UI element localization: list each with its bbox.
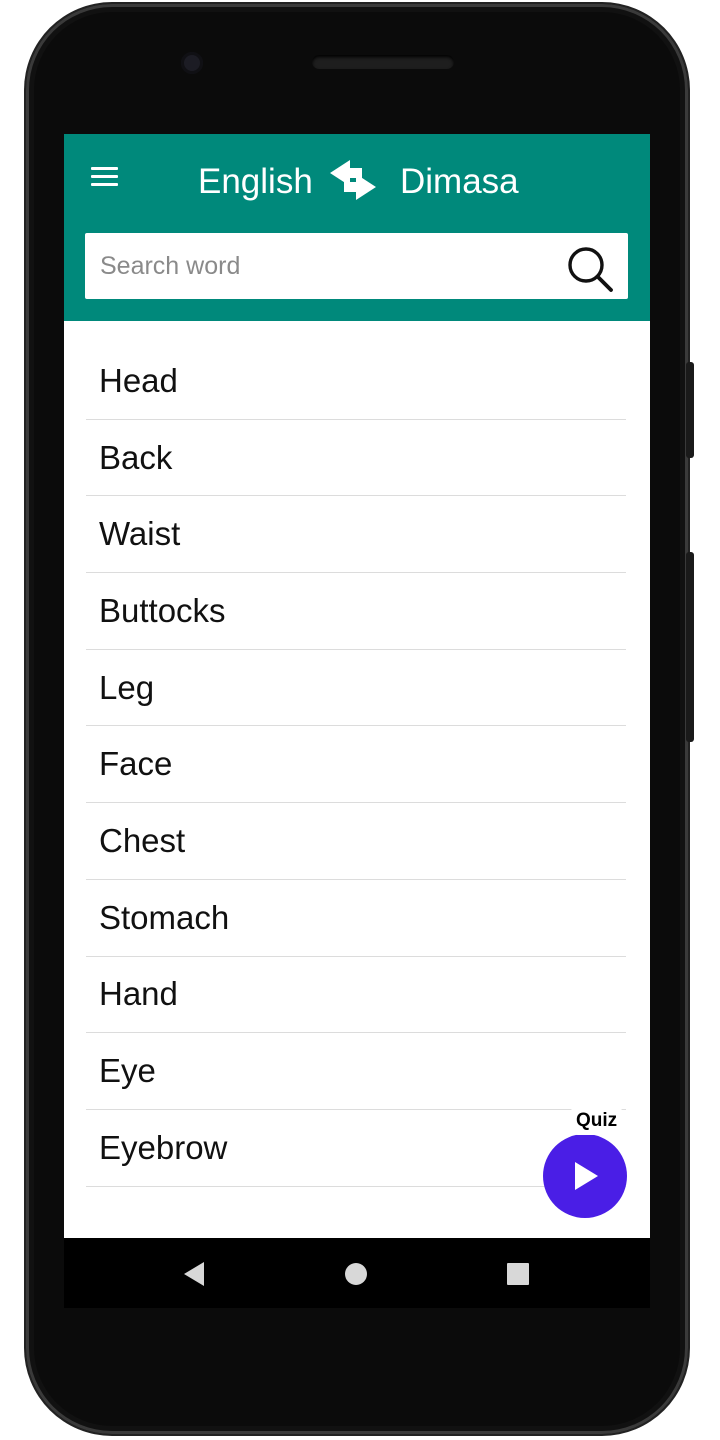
search-bar [85, 233, 628, 299]
swap-language-button[interactable] [328, 158, 378, 202]
recents-icon [507, 1263, 529, 1285]
list-item[interactable]: Face [86, 726, 626, 804]
source-language-label[interactable]: English [198, 160, 313, 204]
word-label: Buttocks [99, 591, 226, 629]
quiz-button[interactable]: Quiz [542, 1107, 628, 1218]
front-camera [181, 52, 203, 74]
quiz-label: Quiz [568, 1107, 626, 1135]
earpiece-speaker [312, 55, 454, 69]
word-list-area: Head Back Waist Buttocks Leg Face Chest … [64, 321, 650, 1238]
hamburger-line [91, 183, 118, 186]
phone-frame: English Dimasa Head [26, 4, 694, 1434]
list-item[interactable]: Stomach [86, 880, 626, 957]
list-item[interactable]: Waist [86, 496, 626, 574]
word-label: Eyebrow [99, 1128, 228, 1166]
app-screen: English Dimasa Head [64, 134, 650, 1308]
system-navigation-bar [64, 1238, 650, 1308]
app-bar: English Dimasa [64, 134, 650, 321]
swap-arrows-icon [330, 160, 376, 200]
hamburger-line [91, 175, 118, 178]
nav-recents-button[interactable] [504, 1260, 532, 1288]
word-label: Head [99, 361, 178, 399]
back-icon [184, 1262, 204, 1286]
list-item[interactable]: Hand [86, 957, 626, 1034]
list-item[interactable]: Leg [86, 650, 626, 727]
word-list: Head Back Waist Buttocks Leg Face Chest … [86, 343, 626, 1238]
power-button [686, 552, 694, 742]
word-label: Chest [99, 821, 186, 859]
hamburger-menu-icon [91, 167, 118, 170]
list-item[interactable]: Buttocks [86, 573, 626, 650]
list-item[interactable]: Chest [86, 803, 626, 880]
list-item[interactable]: Back [86, 420, 626, 497]
menu-button[interactable] [89, 164, 121, 192]
quiz-circle [543, 1134, 627, 1218]
word-label: Back [99, 438, 173, 476]
target-language-label[interactable]: Dimasa [400, 160, 519, 204]
search-input[interactable] [85, 233, 555, 299]
home-icon [345, 1263, 367, 1285]
word-label: Hand [99, 975, 178, 1013]
word-label: Eye [99, 1052, 156, 1090]
word-label: Waist [99, 515, 181, 553]
list-item[interactable]: Head [86, 343, 626, 420]
list-item[interactable]: Eye [86, 1033, 626, 1110]
nav-back-button[interactable] [180, 1260, 208, 1288]
nav-home-button[interactable] [342, 1260, 370, 1288]
search-button[interactable] [566, 245, 614, 293]
volume-button [686, 362, 694, 458]
word-label: Face [99, 745, 173, 783]
word-label: Stomach [99, 898, 230, 936]
search-icon [568, 247, 613, 292]
word-label: Leg [99, 668, 155, 706]
